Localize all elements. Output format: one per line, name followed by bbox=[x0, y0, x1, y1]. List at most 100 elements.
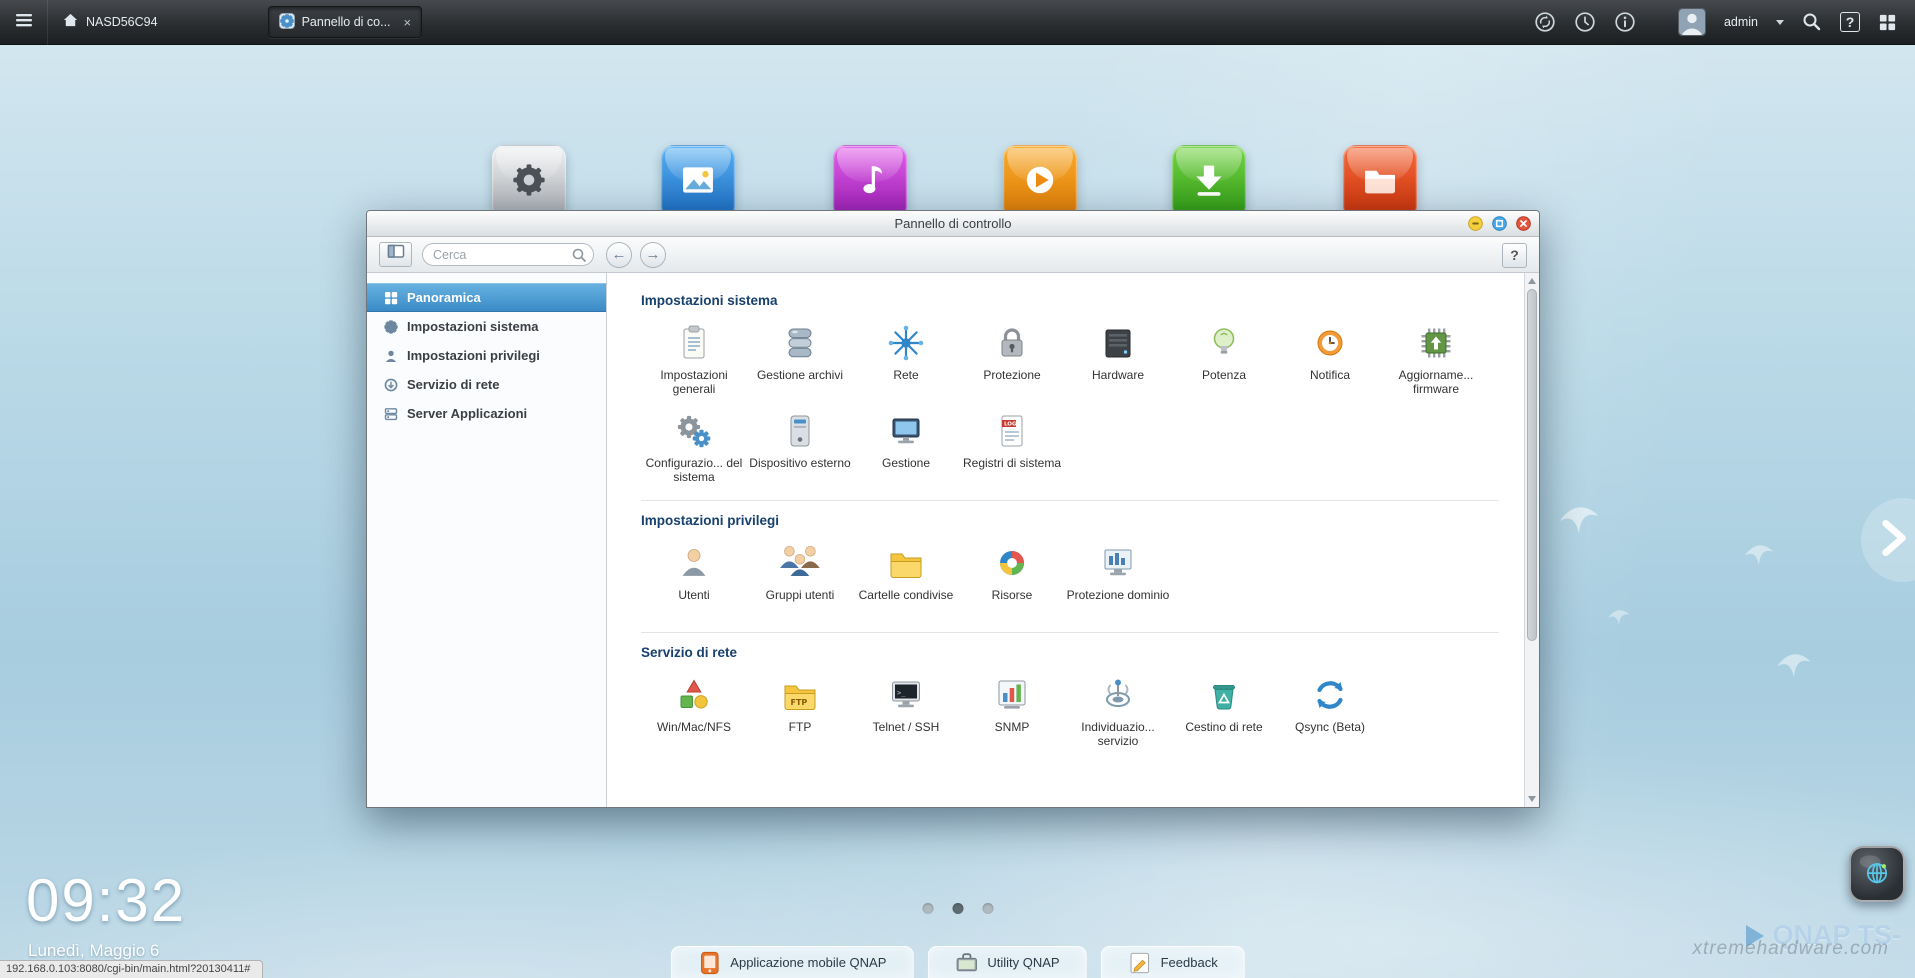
recent-activity-icon[interactable] bbox=[1574, 11, 1596, 33]
forward-button[interactable]: → bbox=[640, 242, 666, 268]
dashboard-grid-icon[interactable] bbox=[1878, 13, 1897, 32]
sidebar-item-servizio-di-rete[interactable]: Servizio di rete bbox=[367, 370, 606, 399]
tab-title: Pannello di co... bbox=[302, 15, 391, 29]
app-aggiorname-firmware[interactable]: Aggiorname... firmware bbox=[1383, 320, 1489, 396]
desktop-icon-video-station[interactable] bbox=[1003, 145, 1077, 219]
desktop-icon-music-station[interactable] bbox=[833, 145, 907, 219]
download-station-icon bbox=[1186, 157, 1232, 208]
dock-item-feedback[interactable]: Feedback bbox=[1101, 946, 1245, 978]
extdrive-icon bbox=[747, 408, 853, 454]
users-icon bbox=[747, 540, 853, 586]
app-snmp[interactable]: SNMP bbox=[959, 672, 1065, 748]
section-title: Servizio di rete bbox=[641, 645, 1499, 660]
app-qsync-beta[interactable]: Qsync (Beta) bbox=[1277, 672, 1383, 748]
app-protezione[interactable]: Protezione bbox=[959, 320, 1065, 396]
help-icon[interactable]: ? bbox=[1840, 12, 1860, 32]
desktop-icon-photo-station[interactable] bbox=[661, 145, 735, 219]
cp-sidebar: PanoramicaImpostazioni sistemaImpostazio… bbox=[367, 273, 607, 807]
section-title: Impostazioni sistema bbox=[641, 293, 1499, 308]
app-registri-di-sistema[interactable]: LOGRegistri di sistema bbox=[959, 408, 1065, 484]
tab-control-panel[interactable]: Pannello di co... × bbox=[268, 6, 423, 38]
minimize-button[interactable] bbox=[1468, 216, 1483, 231]
desktop-icon-control-panel[interactable] bbox=[492, 145, 566, 219]
nas-home-button[interactable]: NASD56C94 bbox=[48, 12, 172, 32]
scroll-up-icon[interactable] bbox=[1528, 278, 1536, 284]
app-protezione-dominio[interactable]: Protezione dominio bbox=[1065, 540, 1171, 616]
network-icon bbox=[853, 320, 959, 366]
user-name-label[interactable]: admin bbox=[1724, 15, 1758, 29]
sync-icon bbox=[1277, 672, 1383, 718]
dock-item-label: Applicazione mobile QNAP bbox=[730, 955, 886, 970]
app-hardware[interactable]: Hardware bbox=[1065, 320, 1171, 396]
sidebar-item-label: Servizio di rete bbox=[407, 377, 499, 392]
maximize-button[interactable] bbox=[1492, 216, 1507, 231]
dock-item-applicazione-mobile-qnap[interactable]: Applicazione mobile QNAP bbox=[670, 946, 913, 978]
app-telnet-ssh[interactable]: >_ Telnet / SSH bbox=[853, 672, 959, 748]
scrollbar-thumb[interactable] bbox=[1527, 289, 1537, 641]
home-icon bbox=[62, 12, 79, 32]
app-notifica[interactable]: Notifica bbox=[1277, 320, 1383, 396]
window-titlebar[interactable]: Pannello di controllo bbox=[367, 211, 1539, 237]
panel-toggle-icon bbox=[387, 243, 405, 266]
app-gestione-archivi[interactable]: Gestione archivi bbox=[747, 320, 853, 396]
search-input[interactable] bbox=[422, 243, 594, 266]
desktop-icon-file-station[interactable] bbox=[1343, 145, 1417, 219]
chevron-down-icon[interactable] bbox=[1776, 20, 1784, 25]
file-station-icon bbox=[1357, 157, 1403, 208]
sidebar-toggle-button[interactable] bbox=[379, 242, 412, 267]
app-label: Utenti bbox=[641, 589, 747, 616]
app-label: Gestione archivi bbox=[747, 369, 853, 396]
background-task-icon[interactable] bbox=[1534, 11, 1556, 33]
app-grid: Win/Mac/NFSFTPFTP>_ Telnet / SSHSNMPIndiv… bbox=[641, 672, 1499, 748]
app-dispositivo-esterno[interactable]: Dispositivo esterno bbox=[747, 408, 853, 484]
search-icon[interactable] bbox=[1802, 12, 1822, 32]
discovery-icon bbox=[1065, 672, 1171, 718]
app-configurazio-del-sistema[interactable]: Configurazio... del sistema bbox=[641, 408, 747, 484]
app-label: Cestino di rete bbox=[1171, 721, 1277, 748]
app-utenti[interactable]: Utenti bbox=[641, 540, 747, 616]
app-impostazioni-generali[interactable]: Impostazioni generali bbox=[641, 320, 747, 396]
app-label: Configurazio... del sistema bbox=[641, 457, 747, 484]
d-utility-icon bbox=[954, 951, 978, 975]
window-help-button[interactable]: ? bbox=[1502, 243, 1527, 268]
pagination-dot-2[interactable] bbox=[952, 903, 963, 914]
pagination-dot-1[interactable] bbox=[922, 903, 933, 914]
ftp-icon: FTP bbox=[747, 672, 853, 718]
swallow-bird-icon bbox=[1606, 606, 1632, 637]
sb-server-icon bbox=[383, 407, 398, 421]
close-button[interactable] bbox=[1516, 216, 1531, 231]
main-menu-button[interactable] bbox=[0, 0, 48, 45]
floating-monitor-button[interactable] bbox=[1849, 846, 1905, 902]
sidebar-item-impostazioni-privilegi[interactable]: Impostazioni privilegi bbox=[367, 341, 606, 370]
app-rete[interactable]: Rete bbox=[853, 320, 959, 396]
app-risorse[interactable]: Risorse bbox=[959, 540, 1065, 616]
app-gruppi-utenti[interactable]: Gruppi utenti bbox=[747, 540, 853, 616]
sidebar-item-panoramica[interactable]: Panoramica bbox=[367, 283, 606, 312]
scrollbar[interactable] bbox=[1524, 273, 1539, 807]
app-label: Hardware bbox=[1065, 369, 1171, 396]
dock-item-utility-qnap[interactable]: Utility QNAP bbox=[927, 946, 1086, 978]
avatar[interactable] bbox=[1678, 8, 1706, 36]
app-cartelle-condivise[interactable]: Cartelle condivise bbox=[853, 540, 959, 616]
app-label: Telnet / SSH bbox=[853, 721, 959, 748]
app-ftp[interactable]: FTPFTP bbox=[747, 672, 853, 748]
app-cestino-di-rete[interactable]: Cestino di rete bbox=[1171, 672, 1277, 748]
sb-gear-icon bbox=[383, 320, 398, 334]
app-win-mac-nfs[interactable]: Win/Mac/NFS bbox=[641, 672, 747, 748]
app-label: Individuazio... servizio bbox=[1065, 721, 1171, 748]
user1-icon bbox=[641, 540, 747, 586]
app-individuazio-servizio[interactable]: Individuazio... servizio bbox=[1065, 672, 1171, 748]
desktop-icon-download-station[interactable] bbox=[1172, 145, 1246, 219]
app-gestione[interactable]: Gestione bbox=[853, 408, 959, 484]
tab-close-icon[interactable]: × bbox=[404, 15, 412, 30]
sidebar-item-impostazioni-sistema[interactable]: Impostazioni sistema bbox=[367, 312, 606, 341]
app-label: Gestione bbox=[853, 457, 959, 484]
terminal-icon: >_ bbox=[853, 672, 959, 718]
app-potenza[interactable]: Potenza bbox=[1171, 320, 1277, 396]
sidebar-item-server-applicazioni[interactable]: Server Applicazioni bbox=[367, 399, 606, 428]
scroll-down-icon[interactable] bbox=[1528, 796, 1536, 802]
pagination-dot-3[interactable] bbox=[982, 903, 993, 914]
info-icon[interactable] bbox=[1614, 11, 1636, 33]
back-button[interactable]: ← bbox=[606, 242, 632, 268]
nas-name-label: NASD56C94 bbox=[86, 15, 158, 29]
